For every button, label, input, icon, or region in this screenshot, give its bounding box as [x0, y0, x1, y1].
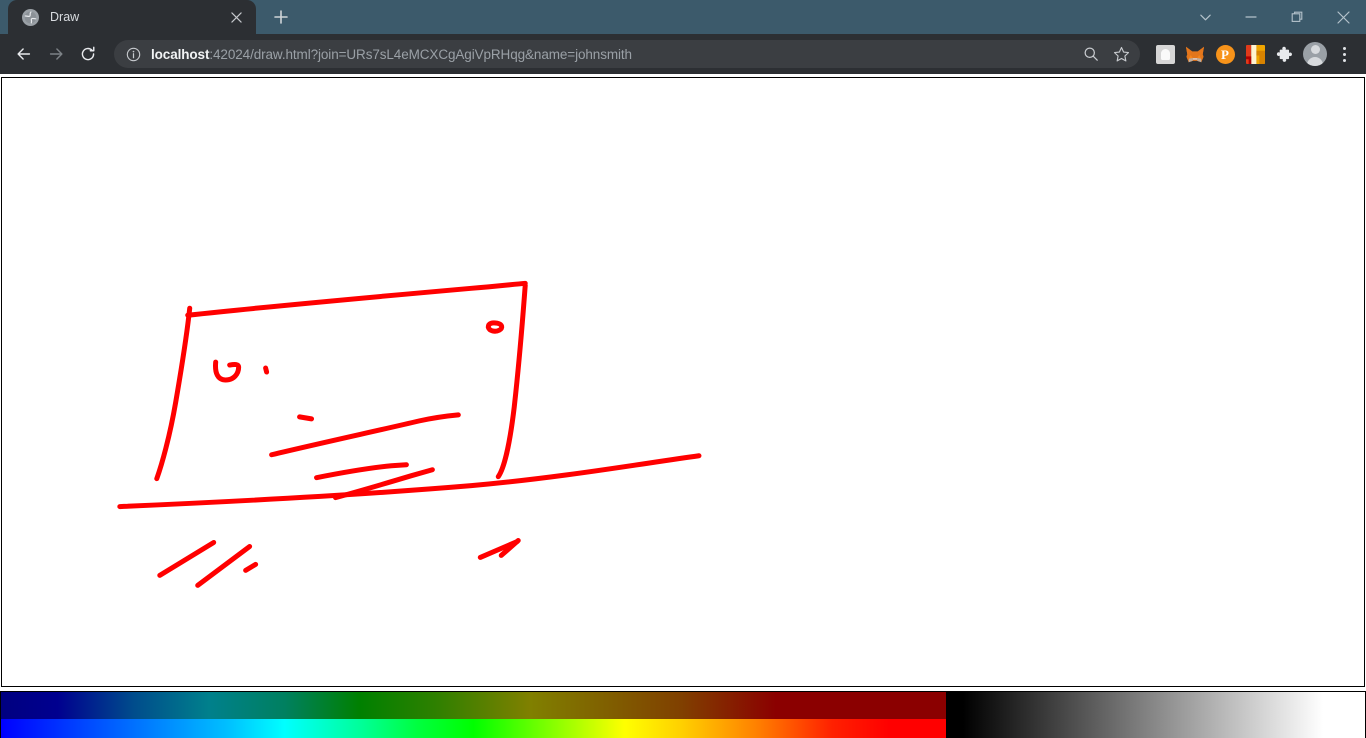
palette-row-dark[interactable]: [1, 692, 946, 720]
browser-window: Draw localhost:42024/draw.html?join=URs7…: [0, 0, 1366, 738]
close-icon[interactable]: [226, 7, 246, 27]
drawing-canvas[interactable]: [1, 77, 1365, 687]
palette-hue-section[interactable]: [1, 692, 946, 738]
maximize-button[interactable]: [1274, 0, 1320, 34]
search-icon[interactable]: [1076, 39, 1106, 69]
hatch-stroke-2: [195, 543, 253, 588]
short-line-mid: [314, 462, 409, 481]
color-palette[interactable]: [0, 691, 1366, 738]
small-oval-right: [485, 320, 505, 334]
paint-drip-extension-icon[interactable]: [1240, 39, 1270, 69]
hatch-stroke-3: [243, 561, 259, 573]
phantom-wallet-icon[interactable]: P: [1210, 39, 1240, 69]
address-bar[interactable]: localhost:42024/draw.html?join=URs7sL4eM…: [114, 40, 1140, 68]
back-arrow-icon[interactable]: [8, 38, 40, 70]
metamask-fox-icon[interactable]: [1180, 39, 1210, 69]
hatch-stroke-1: [157, 539, 217, 578]
small-hook-mark: [213, 359, 242, 383]
palette-grayscale-section[interactable]: [946, 692, 1365, 738]
tab-search-button[interactable]: [1182, 0, 1228, 34]
lightbulb-extension-icon[interactable]: [1150, 39, 1180, 69]
box-top-edge: [185, 280, 528, 318]
three-dot-menu-icon[interactable]: [1330, 39, 1358, 69]
star-icon[interactable]: [1106, 39, 1136, 69]
url-text: localhost:42024/draw.html?join=URs7sL4eM…: [151, 47, 632, 62]
long-ground-line: [117, 453, 702, 510]
box-left-edge: [154, 305, 193, 482]
tiny-dot-upper: [263, 365, 270, 375]
reload-icon[interactable]: [72, 38, 104, 70]
extensions-puzzle-icon[interactable]: [1270, 39, 1300, 69]
extension-tray: P: [1150, 39, 1358, 69]
browser-tab-draw[interactable]: Draw: [8, 0, 256, 34]
tiny-dash-middle: [297, 414, 315, 422]
window-controls: [1182, 0, 1366, 34]
long-diagonal-upper: [269, 412, 461, 458]
url-path: :42024/draw.html?join=URs7sL4eMCXCgAgiVp…: [209, 46, 632, 62]
phantom-letter: P: [1215, 44, 1235, 64]
box-right-edge: [495, 282, 528, 480]
tab-title: Draw: [50, 10, 80, 24]
omnibox-actions: [1076, 40, 1136, 68]
minimize-button[interactable]: [1228, 0, 1274, 34]
page-content: Mint NFT Clear Clear (white) Clear (blac…: [0, 74, 1366, 738]
sketch-strokes: [117, 280, 702, 588]
globe-icon: [22, 8, 39, 26]
forward-arrow-icon[interactable]: [40, 38, 72, 70]
url-host: localhost: [151, 46, 210, 62]
palette-row-saturated[interactable]: [1, 719, 946, 738]
browser-toolbar: localhost:42024/draw.html?join=URs7sL4eM…: [0, 34, 1366, 74]
profile-avatar-icon[interactable]: [1300, 39, 1330, 69]
new-tab-button[interactable]: [266, 2, 296, 32]
info-circle-icon[interactable]: [124, 45, 142, 63]
tab-strip: Draw: [0, 0, 1366, 34]
close-window-button[interactable]: [1320, 0, 1366, 34]
